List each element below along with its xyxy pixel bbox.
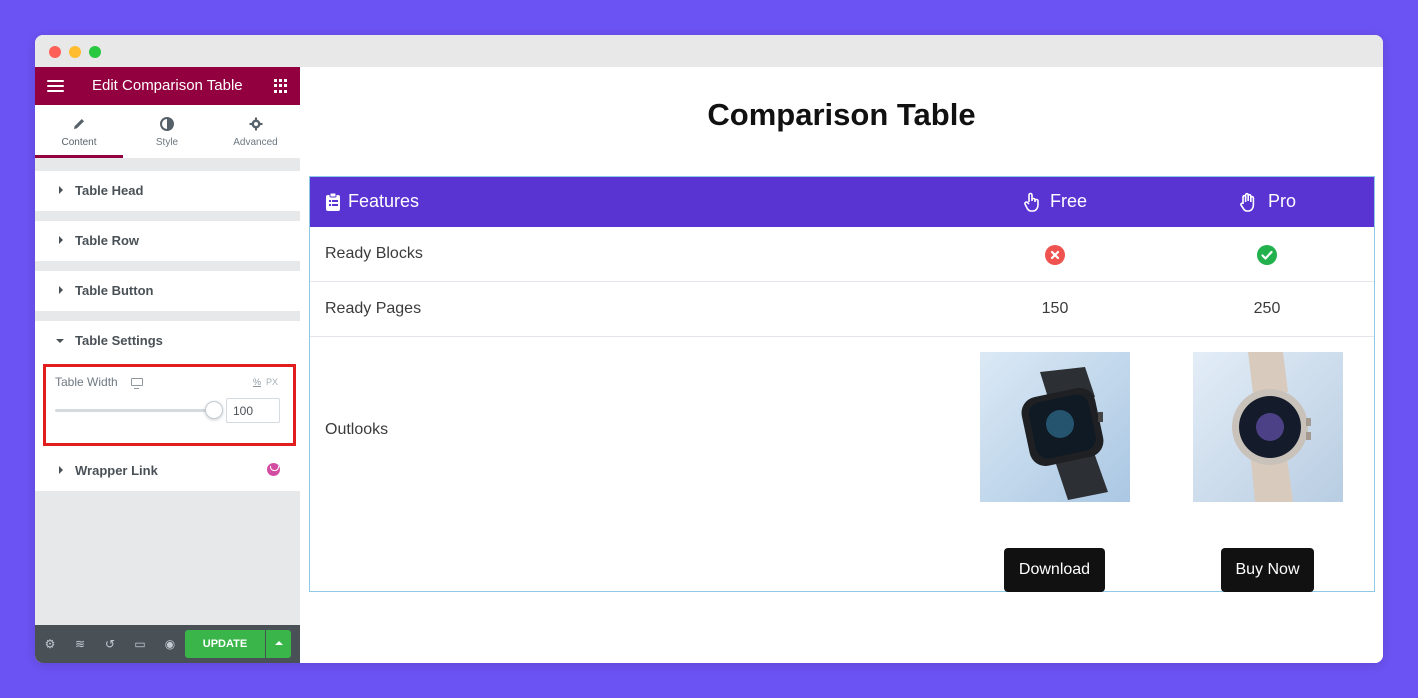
settings-gear-icon[interactable]: ⚙ [43,637,57,651]
tab-advanced-label: Advanced [233,137,278,148]
comparison-table: Features Free Pro Ready Blocks Ready Pag… [309,176,1375,592]
clipboard-icon [326,192,340,211]
section-table-settings[interactable]: Table Settings [35,321,300,361]
row-label: Outlooks [325,421,389,438]
hand-pointer-icon [1024,192,1039,212]
section-title: Table Settings [75,333,163,348]
row-label: Ready Blocks [325,245,423,262]
preview-eye-icon[interactable]: ◉ [163,637,177,651]
gear-icon [249,117,262,131]
browser-window: Edit Comparison Table Content Style Adva… [35,35,1383,663]
tab-content-label: Content [61,137,97,148]
unit-px-label[interactable]: PX [266,377,278,387]
panel-header: Edit Comparison Table [35,67,300,105]
preview-canvas: Comparison Table Features Free Pro Ready… [300,67,1383,663]
editor-panel: Edit Comparison Table Content Style Adva… [35,67,300,663]
update-options-button[interactable] [266,630,291,658]
desktop-monitor-icon[interactable] [131,378,143,389]
table-settings-body: Table Width % PX [35,361,300,451]
hamburger-menu-icon[interactable] [47,80,64,92]
hand-paper-icon [1240,192,1255,212]
panel-title: Edit Comparison Table [92,77,243,94]
caret-right-icon [59,186,63,194]
widgets-grid-icon[interactable] [274,79,288,93]
section-wrapper-link[interactable]: Wrapper Link [35,451,300,491]
panel-tabs: Content Style Advanced [35,105,300,158]
responsive-icon[interactable]: ▭ [133,637,147,651]
section-title: Table Row [75,233,140,248]
features-header: Features [348,191,420,211]
caret-down-icon [56,339,64,343]
buy-now-button[interactable]: Buy Now [1221,548,1314,592]
table-row: Outlooks Download Buy Now [310,337,1374,592]
caret-right-icon [59,236,63,244]
beige-smartwatch-image [1193,352,1343,502]
panel-footer: ⚙ ≋ ↺ ▭ ◉ UPDATE [35,625,300,663]
table-width-input[interactable] [226,398,280,423]
section-table-button[interactable]: Table Button [35,271,300,311]
page-title: Comparison Table [707,97,976,132]
black-smartwatch-image [980,352,1130,502]
maximize-window-button[interactable] [89,46,101,58]
history-icon[interactable]: ↺ [103,637,117,651]
section-title: Table Button [75,283,154,298]
download-button[interactable]: Download [1004,548,1105,592]
half-circle-icon [160,117,174,131]
section-table-head[interactable]: Table Head [35,171,300,211]
free-value: 150 [1041,300,1069,317]
window-titlebar [35,35,1383,67]
row-label: Ready Pages [325,300,422,317]
update-button[interactable]: UPDATE [185,630,265,658]
slider-handle[interactable] [205,401,223,419]
check-circle-icon [1257,245,1277,265]
table-width-slider[interactable] [55,409,215,412]
tab-content[interactable]: Content [35,105,123,158]
section-title: Wrapper Link [75,463,158,478]
section-table-row[interactable]: Table Row [35,221,300,261]
pro-value: 250 [1253,300,1281,317]
table-header-row: Features Free Pro [310,177,1374,227]
pro-header: Pro [1268,191,1297,211]
table-row: Ready Blocks [310,227,1374,282]
pro-badge-icon [267,463,280,476]
cross-circle-icon [1045,245,1065,265]
unit-percent-link[interactable]: % [253,377,261,387]
free-header: Free [1050,191,1088,211]
pencil-icon [74,119,84,129]
minimize-window-button[interactable] [69,46,81,58]
tab-advanced[interactable]: Advanced [211,105,300,158]
section-title: Table Head [75,183,144,198]
table-width-label: Table Width [55,375,118,389]
caret-right-icon [59,286,63,294]
close-window-button[interactable] [49,46,61,58]
table-row: Ready Pages 150 250 [310,282,1374,337]
tab-style-label: Style [155,137,179,148]
tab-style[interactable]: Style [123,105,211,158]
caret-right-icon [59,466,63,474]
layers-icon[interactable]: ≋ [73,637,87,651]
